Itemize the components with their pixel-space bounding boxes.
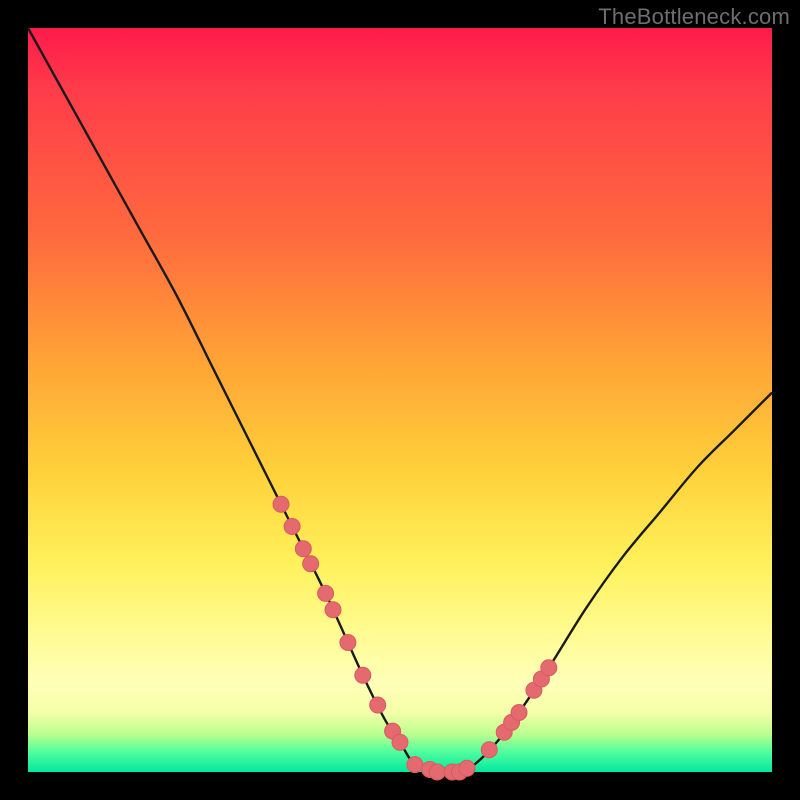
bottleneck-curve-path — [28, 28, 772, 773]
curve-bead — [325, 602, 341, 618]
curve-bead — [459, 760, 475, 776]
bottleneck-curve-svg — [28, 28, 772, 772]
curve-bead — [481, 742, 497, 758]
chart-frame: TheBottleneck.com — [0, 0, 800, 800]
curve-bead — [541, 660, 557, 676]
curve-bead — [370, 697, 386, 713]
curve-beads — [273, 496, 557, 780]
curve-bead — [295, 541, 311, 557]
curve-bead — [318, 585, 334, 601]
curve-bead — [303, 556, 319, 572]
curve-bead — [407, 757, 423, 773]
curve-bead — [392, 734, 408, 750]
plot-area — [28, 28, 772, 772]
curve-bead — [273, 496, 289, 512]
curve-bead — [511, 705, 527, 721]
curve-bead — [355, 667, 371, 683]
curve-bead — [340, 635, 356, 651]
watermark-text: TheBottleneck.com — [598, 4, 790, 30]
curve-bead — [429, 764, 445, 780]
curve-bead — [284, 519, 300, 535]
